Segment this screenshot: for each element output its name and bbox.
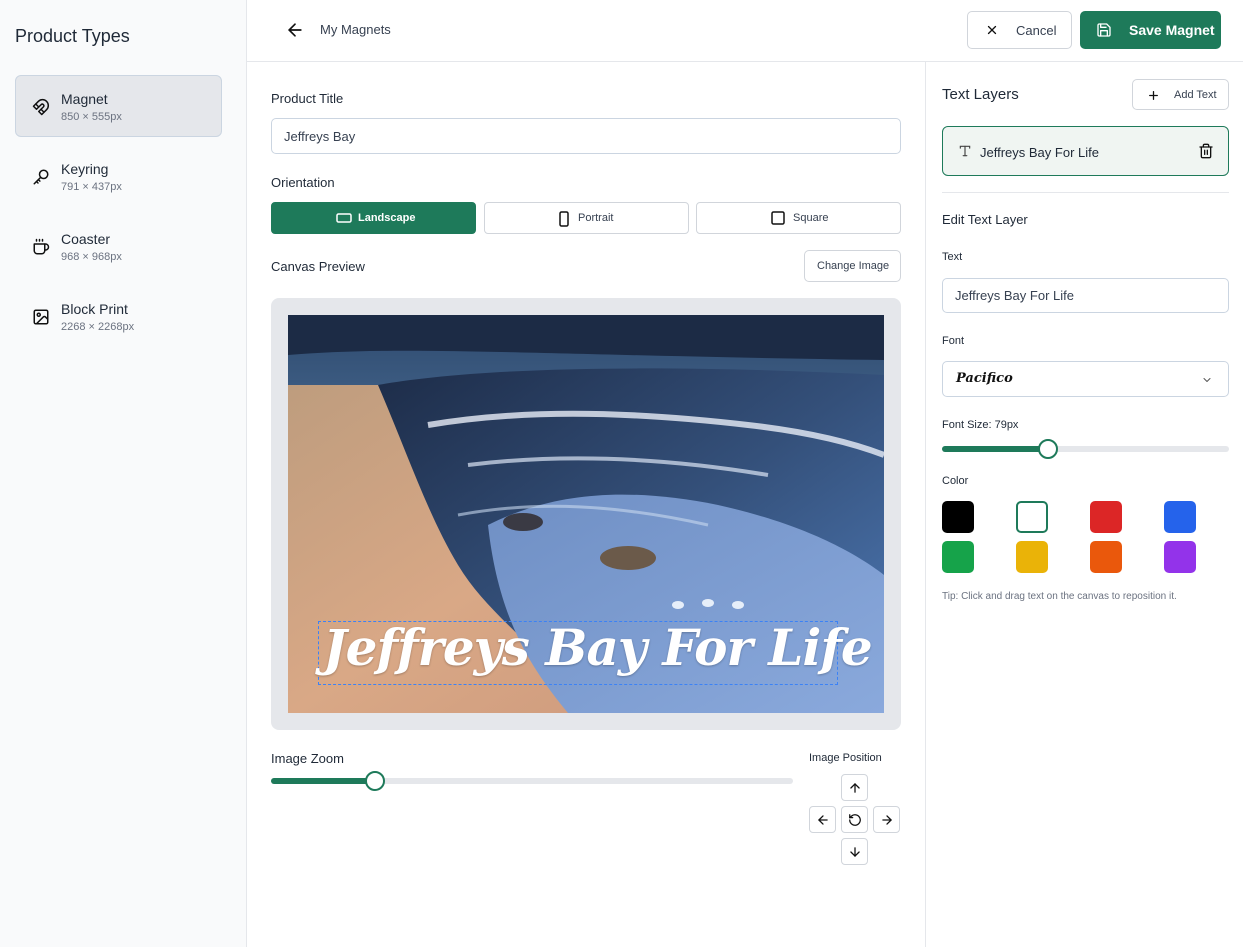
top-header: My Magnets Cancel Save Magnet <box>247 0 1243 62</box>
text-label: Text <box>942 251 963 263</box>
move-left-button[interactable] <box>809 806 836 833</box>
product-type-keyring[interactable]: Keyring 791 × 437px <box>15 145 222 207</box>
key-icon <box>33 169 49 185</box>
trash-icon[interactable] <box>1198 143 1214 159</box>
orientation-portrait-button[interactable]: Portrait <box>484 202 689 234</box>
editor-main: Product Title Orientation Landscape Port… <box>247 62 926 947</box>
tip-text: Tip: Click and drag text on the canvas t… <box>942 591 1177 602</box>
chevron-down-icon <box>1203 378 1211 382</box>
canvas-text: Jeffreys Bay For Life <box>323 618 873 677</box>
save-icon <box>1097 23 1111 37</box>
product-types-sidebar: Product Types Magnet 850 × 555px Keyring… <box>0 0 247 947</box>
close-icon <box>987 25 997 35</box>
image-zoom-thumb[interactable] <box>365 771 386 791</box>
product-type-name: Coaster <box>61 231 111 247</box>
arrow-down-icon <box>850 847 860 857</box>
image-zoom-fill <box>271 778 376 784</box>
color-swatch-black[interactable] <box>942 501 974 533</box>
color-swatch-green[interactable] <box>942 541 974 573</box>
color-swatch-white[interactable] <box>1016 501 1048 533</box>
image-icon <box>33 309 49 325</box>
type-icon <box>959 145 971 157</box>
font-size-slider[interactable] <box>942 439 1229 459</box>
orientation-landscape-button[interactable]: Landscape <box>271 202 476 234</box>
orientation-label-text: Portrait <box>578 212 614 224</box>
product-title-label: Product Title <box>271 91 344 106</box>
product-type-dims: 791 × 437px <box>61 181 122 193</box>
text-layers-title: Text Layers <box>942 86 1019 103</box>
save-magnet-button[interactable]: Save Magnet <box>1080 11 1221 49</box>
product-type-magnet[interactable]: Magnet 850 × 555px <box>15 75 222 137</box>
panel-divider <box>942 192 1229 193</box>
font-size-thumb[interactable] <box>1038 439 1059 459</box>
font-label: Font <box>942 335 965 347</box>
sidebar-title: Product Types <box>15 26 130 46</box>
orientation-label-text: Square <box>793 212 829 224</box>
text-layer-item[interactable]: Jeffreys Bay For Life <box>942 126 1229 176</box>
canvas-preview-frame: Jeffreys Bay For Life <box>271 298 901 730</box>
plus-icon <box>1149 91 1158 100</box>
color-swatch-yellow[interactable] <box>1016 541 1048 573</box>
text-layers-panel: Text Layers Add Text Jeffreys Bay For Li… <box>926 62 1243 947</box>
product-type-name: Keyring <box>61 161 109 177</box>
breadcrumb[interactable]: My Magnets <box>320 22 391 37</box>
image-position-label: Image Position <box>809 752 882 764</box>
image-zoom-slider[interactable] <box>271 771 793 791</box>
font-select-value: Pacifico <box>956 371 1013 386</box>
cancel-button[interactable]: Cancel <box>967 11 1072 49</box>
orientation-square-button[interactable]: Square <box>696 202 901 234</box>
product-type-dims: 968 × 968px <box>61 251 122 263</box>
add-text-button[interactable]: Add Text <box>1132 79 1229 110</box>
layer-text-input[interactable] <box>942 278 1229 313</box>
color-swatch-orange[interactable] <box>1090 541 1122 573</box>
product-type-name: Magnet <box>61 91 108 107</box>
orientation-label: Orientation <box>271 175 335 190</box>
mug-icon <box>33 238 50 255</box>
square-icon <box>771 211 785 225</box>
product-title-input[interactable] <box>271 118 901 154</box>
color-swatch-red[interactable] <box>1090 501 1122 533</box>
arrow-left-icon <box>818 815 828 825</box>
back-arrow-icon[interactable] <box>285 20 305 40</box>
portrait-icon <box>559 211 569 227</box>
edit-text-layer-title: Edit Text Layer <box>942 212 1028 227</box>
color-swatch-purple[interactable] <box>1164 541 1196 573</box>
magnet-icon <box>32 98 50 116</box>
move-right-button[interactable] <box>873 806 900 833</box>
reset-position-button[interactable] <box>841 806 868 833</box>
image-zoom-label: Image Zoom <box>271 751 344 766</box>
cancel-label: Cancel <box>1016 23 1057 38</box>
product-type-coaster[interactable]: Coaster 968 × 968px <box>15 215 222 277</box>
move-down-button[interactable] <box>841 838 868 865</box>
product-type-name: Block Print <box>61 301 128 317</box>
product-type-dims: 850 × 555px <box>61 111 122 123</box>
arrow-up-icon <box>850 783 860 793</box>
landscape-icon <box>336 213 352 223</box>
rotate-ccw-icon <box>849 814 861 826</box>
color-swatch-blue[interactable] <box>1164 501 1196 533</box>
save-label: Save Magnet <box>1129 22 1215 38</box>
canvas[interactable]: Jeffreys Bay For Life <box>288 315 884 713</box>
product-type-dims: 2268 × 2268px <box>61 321 135 333</box>
font-select[interactable]: Pacifico <box>942 361 1229 397</box>
canvas-preview-label: Canvas Preview <box>271 259 365 274</box>
orientation-label-text: Landscape <box>358 212 416 224</box>
add-text-label: Add Text <box>1174 89 1217 101</box>
product-type-block-print[interactable]: Block Print 2268 × 2268px <box>15 285 222 347</box>
color-label: Color <box>942 475 969 487</box>
arrow-right-icon <box>882 815 892 825</box>
text-layer-name: Jeffreys Bay For Life <box>980 145 1099 160</box>
change-image-button[interactable]: Change Image <box>804 250 901 282</box>
move-up-button[interactable] <box>841 774 868 801</box>
font-size-label: Font Size: 79px <box>942 419 1019 431</box>
canvas-text-layer[interactable]: Jeffreys Bay For Life <box>318 618 873 685</box>
change-image-label: Change Image <box>817 260 890 272</box>
font-size-fill <box>942 446 1049 452</box>
